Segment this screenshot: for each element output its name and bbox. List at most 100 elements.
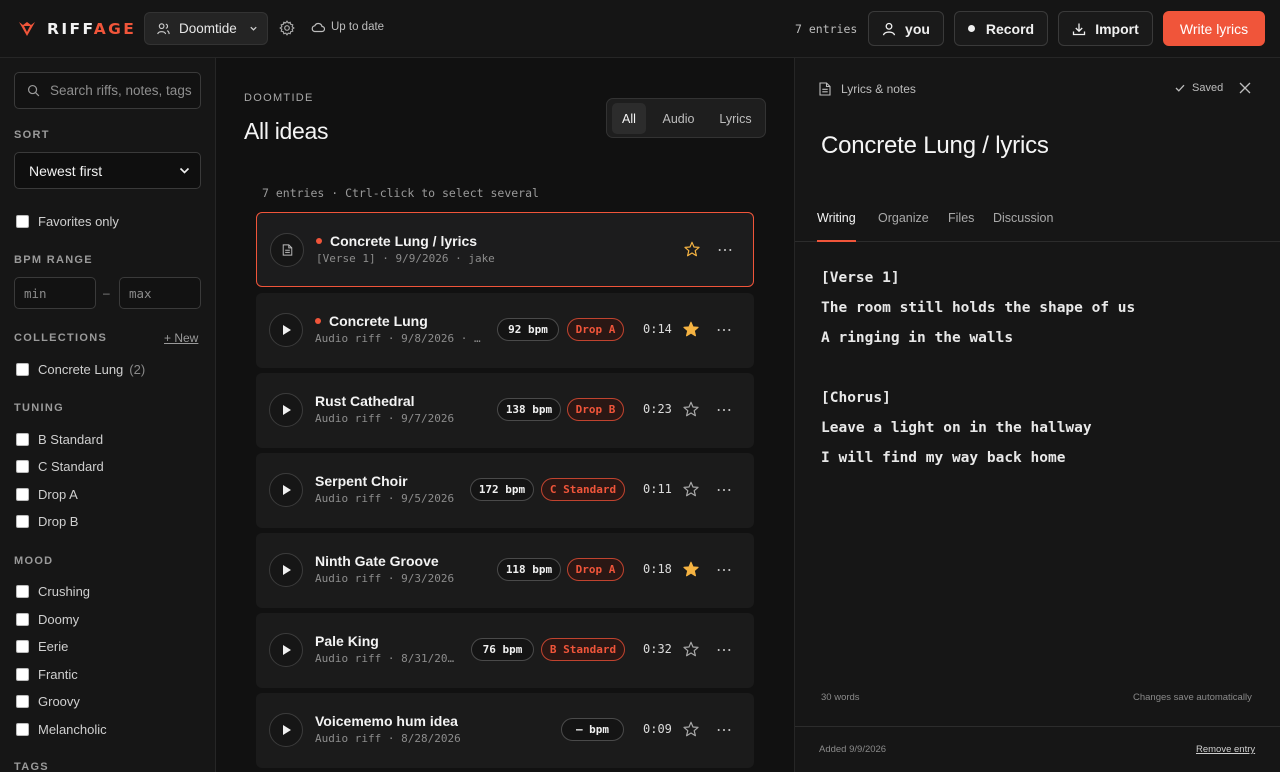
cloud-icon <box>311 22 325 33</box>
tab-writing[interactable]: Writing <box>817 211 856 242</box>
autosave-note: Changes save automatically <box>1133 692 1252 703</box>
tuning-b-standard[interactable]: B Standard <box>16 432 103 447</box>
more-options-icon[interactable]: ⋯ <box>716 400 733 420</box>
entry-row[interactable]: Pale King Audio riff · 8/31/20… 76 bpm B St… <box>256 613 754 688</box>
more-options-icon[interactable]: ⋯ <box>717 240 734 260</box>
close-icon[interactable] <box>1239 82 1251 94</box>
bpm-badge: 138 bpm <box>497 398 561 421</box>
star-icon[interactable] <box>683 641 699 657</box>
star-icon[interactable] <box>683 401 699 417</box>
checkbox[interactable] <box>16 488 29 501</box>
tuning-c-standard[interactable]: C Standard <box>16 459 104 474</box>
lyric-line: A ringing in the walls <box>821 330 1014 346</box>
import-button[interactable]: Import <box>1058 11 1153 46</box>
more-options-icon[interactable]: ⋯ <box>716 320 733 340</box>
checkbox[interactable] <box>16 363 29 376</box>
entry-row[interactable]: Concrete Lung Audio riff · 9/8/2026 · … 92… <box>256 293 754 368</box>
filter-audio[interactable]: Audio <box>651 103 706 134</box>
tuning-badge: B Standard <box>541 638 625 661</box>
page-title: All ideas <box>244 118 329 144</box>
added-date: Added 9/9/2026 <box>819 744 887 755</box>
filter-all[interactable]: All <box>612 103 646 134</box>
entry-row[interactable]: Serpent Choir Audio riff · 9/5/2026 172 bp… <box>256 453 754 528</box>
filter-lyrics[interactable]: Lyrics <box>710 103 761 134</box>
record-dot-icon <box>967 25 975 32</box>
checkbox[interactable] <box>16 613 29 626</box>
entry-name: Ninth Gate Groove <box>315 553 439 569</box>
play-button[interactable] <box>269 313 303 347</box>
star-filled-icon[interactable] <box>683 561 699 577</box>
play-button[interactable] <box>269 473 303 507</box>
lyric-line: I will find my way back home <box>821 450 1066 466</box>
bpm-max-input[interactable]: max <box>119 277 201 309</box>
user-button[interactable]: you <box>868 11 944 46</box>
search-input[interactable] <box>50 83 200 98</box>
remove-entry-link[interactable]: Remove entry <box>1196 744 1255 755</box>
more-options-icon[interactable]: ⋯ <box>716 480 733 500</box>
check-icon <box>1175 84 1185 92</box>
logo[interactable]: RIFFAGE <box>18 18 136 40</box>
play-button[interactable] <box>269 633 303 667</box>
more-options-icon[interactable]: ⋯ <box>716 720 733 740</box>
mood-melancholic[interactable]: Melancholic <box>16 722 107 737</box>
tab-organize[interactable]: Organize <box>878 211 929 242</box>
mood-doomy[interactable]: Doomy <box>16 612 79 627</box>
entry-name: Serpent Choir <box>315 473 408 489</box>
collections-label: COLLECTIONS <box>14 332 108 344</box>
star-filled-icon[interactable] <box>683 321 699 337</box>
record-button[interactable]: Record <box>954 11 1048 46</box>
gear-icon[interactable] <box>279 20 295 36</box>
checkbox[interactable] <box>16 695 29 708</box>
checkbox[interactable] <box>16 585 29 598</box>
play-icon <box>282 485 291 495</box>
checkbox[interactable] <box>16 723 29 736</box>
bpm-badge: 92 bpm <box>497 318 559 341</box>
play-button[interactable] <box>269 713 303 747</box>
entry-meta: Audio riff · 9/8/2026 · … <box>315 332 481 345</box>
tuning-drop-b[interactable]: Drop B <box>16 514 78 529</box>
mood-label: MOOD <box>14 555 54 567</box>
write-lyrics-button[interactable]: Write lyrics <box>1163 11 1265 46</box>
panel-header: Lyrics & notes <box>819 82 916 96</box>
tuning-drop-a[interactable]: Drop A <box>16 487 78 502</box>
collection-item[interactable]: Concrete Lung (2) <box>16 362 145 377</box>
mood-crushing[interactable]: Crushing <box>16 584 90 599</box>
search-field[interactable] <box>14 72 201 109</box>
tab-files[interactable]: Files <box>948 211 974 242</box>
bpm-min-input[interactable]: min <box>14 277 96 309</box>
checkbox[interactable] <box>16 640 29 653</box>
checkbox[interactable] <box>16 433 29 446</box>
lyrics-editor[interactable]: [Verse 1] The room still holds the shape… <box>821 266 1135 476</box>
play-icon <box>282 565 291 575</box>
checkbox[interactable] <box>16 215 29 228</box>
project-switcher[interactable]: Doomtide <box>144 12 268 45</box>
new-collection-link[interactable]: + New <box>164 331 198 345</box>
brand-name: RIFFAGE <box>47 20 137 38</box>
checkbox[interactable] <box>16 668 29 681</box>
chevron-down-icon <box>250 26 257 31</box>
play-button[interactable] <box>269 393 303 427</box>
star-icon[interactable] <box>683 481 699 497</box>
mood-frantic[interactable]: Frantic <box>16 667 78 682</box>
more-options-icon[interactable]: ⋯ <box>716 640 733 660</box>
checkbox[interactable] <box>16 515 29 528</box>
entry-row[interactable]: Rust Cathedral Audio riff · 9/7/2026 138 b… <box>256 373 754 448</box>
checkbox[interactable] <box>16 460 29 473</box>
duration: 0:11 <box>643 482 672 496</box>
entry-row[interactable]: Concrete Lung / lyrics [Verse 1] · 9/9/20… <box>256 212 754 287</box>
mood-eerie[interactable]: Eerie <box>16 639 68 654</box>
detail-panel: Lyrics & notes Saved Concrete Lung / lyr… <box>794 58 1280 772</box>
tab-discussion[interactable]: Discussion <box>993 211 1053 242</box>
type-filter: All Audio Lyrics <box>606 98 766 138</box>
more-options-icon[interactable]: ⋯ <box>716 560 733 580</box>
breadcrumb: DOOMTIDE <box>244 92 314 104</box>
favorites-only-checkbox[interactable]: Favorites only <box>16 214 119 229</box>
star-icon[interactable] <box>683 721 699 737</box>
collection-count: (2) <box>129 362 146 377</box>
sort-select[interactable]: Newest first <box>14 152 201 189</box>
mood-groovy[interactable]: Groovy <box>16 694 80 709</box>
entry-row[interactable]: Voicememo hum idea Audio riff · 8/28/2026… <box>256 693 754 768</box>
star-icon[interactable] <box>684 241 700 257</box>
play-button[interactable] <box>269 553 303 587</box>
entry-row[interactable]: Ninth Gate Groove Audio riff · 9/3/2026 11… <box>256 533 754 608</box>
